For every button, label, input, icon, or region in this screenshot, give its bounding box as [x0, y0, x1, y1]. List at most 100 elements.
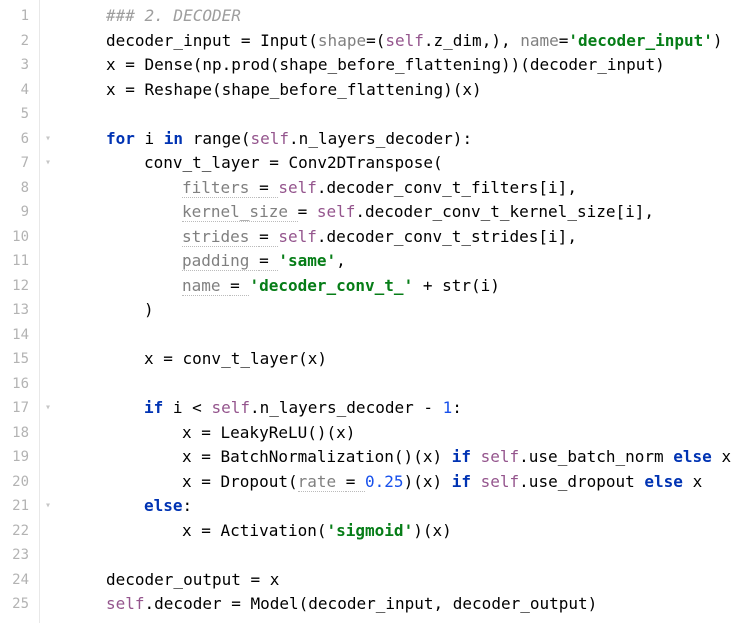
code-token: name	[182, 276, 230, 296]
code-token: padding	[182, 251, 259, 271]
code-line[interactable]: decoder_input = Input(shape=(self.z_dim,…	[40, 29, 750, 54]
code-line[interactable]: padding = 'same',	[40, 249, 750, 274]
code-token: )(x)	[413, 521, 452, 540]
code-token: .use_batch_norm	[519, 447, 673, 466]
code-line[interactable]	[40, 102, 750, 127]
code-token: )(x)	[404, 472, 452, 491]
code-token: self	[385, 31, 424, 50]
code-token: x = Activation(	[182, 521, 327, 540]
line-number: 15	[4, 347, 29, 372]
code-token: i	[145, 129, 164, 148]
fold-toggle-icon[interactable]: ▾	[42, 151, 54, 176]
code-line[interactable]: )	[40, 298, 750, 323]
line-number: 2	[4, 29, 29, 54]
code-line[interactable]: ### 2. DECODER	[40, 4, 750, 29]
code-line[interactable]: self.decoder = Model(decoder_input, deco…	[40, 592, 750, 617]
line-number: 11	[4, 249, 29, 274]
code-token: conv_t_layer = Conv2DTranspose(	[144, 153, 443, 172]
code-token: else	[644, 472, 692, 491]
code-line[interactable]: ▾if i < self.n_layers_decoder - 1:	[40, 396, 750, 421]
code-token: =	[298, 202, 317, 221]
code-token: .decoder_conv_t_kernel_size[i],	[355, 202, 654, 221]
line-number: 20	[4, 470, 29, 495]
line-number: 25	[4, 592, 29, 617]
fold-toggle-icon[interactable]: ▾	[42, 396, 54, 421]
code-line[interactable]	[40, 543, 750, 568]
code-token: for	[106, 129, 145, 148]
code-line[interactable]: x = Activation('sigmoid')(x)	[40, 519, 750, 544]
line-number: 14	[4, 323, 29, 348]
code-token: x = Dropout(	[182, 472, 298, 491]
code-token: x = LeakyReLU()(x)	[182, 423, 355, 442]
code-line[interactable]: x = LeakyReLU()(x)	[40, 421, 750, 446]
code-token: =	[259, 227, 278, 247]
code-token: x	[721, 447, 731, 466]
code-token: 'same'	[278, 251, 336, 270]
code-token: x = BatchNormalization()(x)	[182, 447, 452, 466]
code-line[interactable]: x = Dense(np.prod(shape_before_flattenin…	[40, 53, 750, 78]
code-token: )	[713, 31, 723, 50]
code-token: decoder_output = x	[106, 570, 279, 589]
code-token: x	[693, 472, 703, 491]
code-line[interactable]: name = 'decoder_conv_t_' + str(i)	[40, 274, 750, 299]
code-token: +	[413, 276, 442, 295]
code-token: .decoder_conv_t_filters[i],	[317, 178, 577, 197]
code-line[interactable]	[40, 323, 750, 348]
line-number: 4	[4, 78, 29, 103]
code-token: str	[442, 276, 471, 295]
code-token: 0.25	[365, 472, 404, 491]
code-token: strides	[182, 227, 259, 247]
code-token: rate	[298, 472, 346, 492]
line-number: 12	[4, 274, 29, 299]
code-token: =	[559, 31, 569, 50]
code-token: x = Reshape(shape_before_flattening)(x)	[106, 80, 482, 99]
code-line[interactable]: ▾ else:	[40, 494, 750, 519]
code-token: 'decoder_conv_t_'	[249, 276, 413, 295]
code-token: in	[164, 129, 193, 148]
code-token: x = Dense(np.prod(shape_before_flattenin…	[106, 55, 665, 74]
code-token: ,	[336, 251, 346, 270]
line-number-gutter: 1234567891011121314151617181920212223242…	[0, 0, 40, 623]
line-number: 23	[4, 543, 29, 568]
code-token: x = conv_t_layer(x)	[144, 349, 327, 368]
code-token: else	[673, 447, 721, 466]
code-line[interactable]: strides = self.decoder_conv_t_strides[i]…	[40, 225, 750, 250]
code-token: =	[259, 251, 278, 271]
code-editor-area[interactable]: ### 2. DECODER decoder_input = Input(shap…	[40, 0, 750, 623]
code-token: self	[317, 202, 356, 221]
code-line[interactable]: ▾ conv_t_layer = Conv2DTranspose(	[40, 151, 750, 176]
code-token: ### 2. DECODER	[106, 6, 241, 25]
line-number: 24	[4, 568, 29, 593]
fold-toggle-icon[interactable]: ▾	[42, 494, 54, 519]
line-number: 1	[4, 4, 29, 29]
code-token: (	[241, 129, 251, 148]
code-token: .use_dropout	[519, 472, 644, 491]
code-token: self	[278, 227, 317, 246]
line-number: 22	[4, 519, 29, 544]
code-line[interactable]: x = Reshape(shape_before_flattening)(x)	[40, 78, 750, 103]
line-number: 6	[4, 127, 29, 152]
line-number: 9	[4, 200, 29, 225]
code-line[interactable]: kernel_size = self.decoder_conv_t_kernel…	[40, 200, 750, 225]
code-token: self	[106, 594, 145, 613]
code-line[interactable]: decoder_output = x	[40, 568, 750, 593]
code-token: =	[346, 472, 365, 492]
code-token: )	[144, 300, 154, 319]
code-token: :	[183, 496, 193, 515]
code-token: else	[144, 496, 183, 515]
line-number: 18	[4, 421, 29, 446]
code-token: 'decoder_input'	[568, 31, 713, 50]
code-token: range	[193, 129, 241, 148]
code-line[interactable]: x = BatchNormalization()(x) if self.use_…	[40, 445, 750, 470]
code-line[interactable]: filters = self.decoder_conv_t_filters[i]…	[40, 176, 750, 201]
code-token: :	[452, 398, 462, 417]
code-line[interactable]: x = conv_t_layer(x)	[40, 347, 750, 372]
code-line[interactable]: ▾for i in range(self.n_layers_decoder):	[40, 127, 750, 152]
code-line[interactable]: x = Dropout(rate = 0.25)(x) if self.use_…	[40, 470, 750, 495]
code-token: i <	[173, 398, 212, 417]
code-token: filters	[182, 178, 259, 198]
fold-toggle-icon[interactable]: ▾	[42, 127, 54, 152]
line-number: 13	[4, 298, 29, 323]
code-line[interactable]	[40, 372, 750, 397]
line-number: 3	[4, 53, 29, 78]
